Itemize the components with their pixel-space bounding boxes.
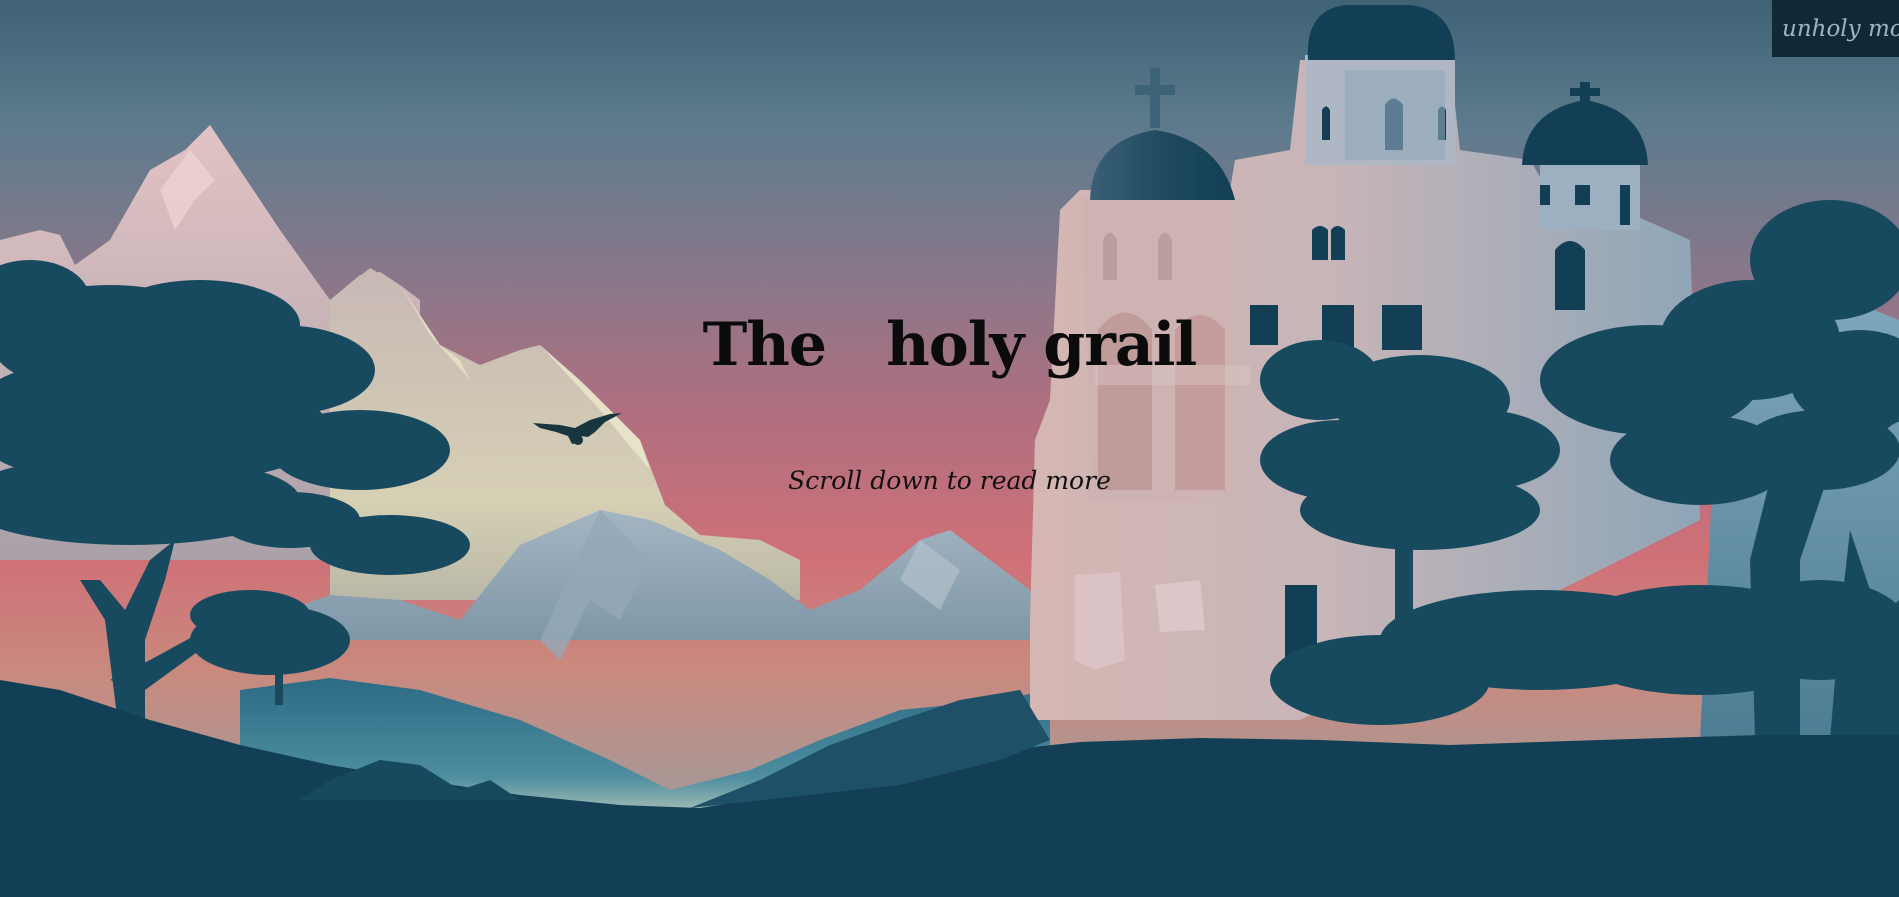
landscape-scene: The holy grail Scroll down to read more u…: [0, 0, 1899, 897]
hero-title: The holy grail: [0, 310, 1899, 380]
hero-title-the: The: [702, 310, 827, 380]
unholy-mode-toggle[interactable]: unholy mode: [1772, 0, 1899, 57]
hero-title-holy-grail: holy grail: [886, 310, 1197, 380]
scroll-hint: Scroll down to read more: [788, 466, 1111, 495]
landscape-illustration: [0, 0, 1899, 897]
